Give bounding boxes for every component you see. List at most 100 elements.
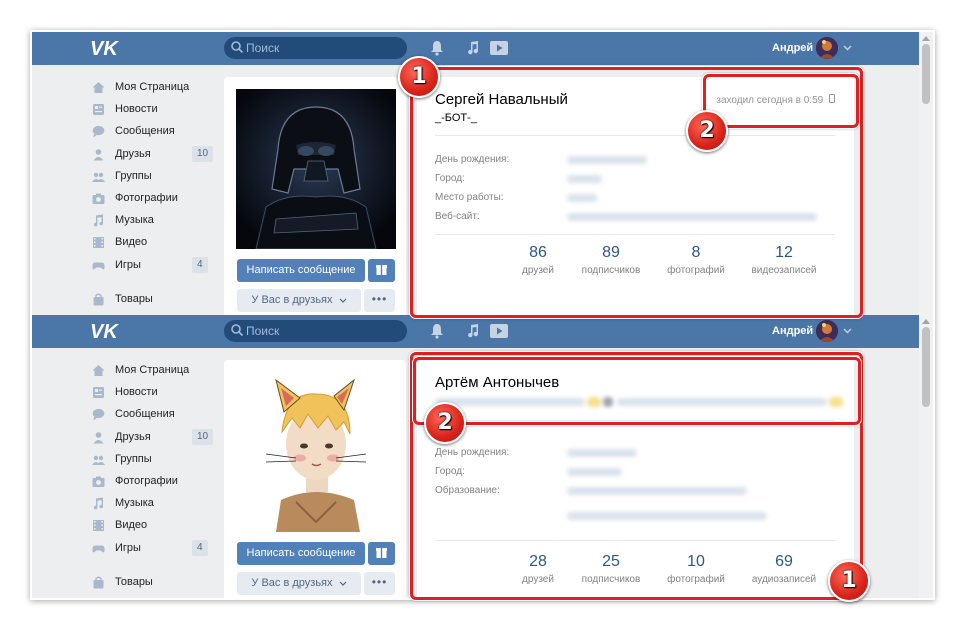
annotation-badge-2: 2 — [424, 402, 466, 444]
sidebar-item-messages[interactable]: Сообщения — [90, 121, 215, 143]
messages-icon — [92, 409, 105, 421]
svg-text:VK: VK — [90, 321, 119, 343]
sidebar-item-games[interactable]: Игры 4 — [90, 255, 215, 277]
shopping-bag-icon — [93, 293, 104, 306]
sidebar-item-label: Новости — [115, 103, 158, 116]
sidebar-item-music[interactable]: Музыка — [90, 493, 215, 515]
sidebar-item-friends[interactable]: Друзья 10 — [90, 427, 215, 449]
profile-left-column: Написать сообщение У Вас в друзьях ••• — [224, 360, 406, 598]
music-note-icon[interactable] — [466, 40, 480, 56]
send-message-button[interactable]: Написать сообщение — [237, 542, 365, 565]
camera-icon — [92, 476, 105, 487]
sidebar-item-label: Сообщения — [115, 125, 175, 138]
sidebar-item-label: Моя Страница — [115, 364, 190, 376]
news-icon — [93, 104, 104, 116]
sidebar-item-friends[interactable]: Друзья 10 — [90, 144, 215, 166]
user-name[interactable]: Андрей — [772, 325, 813, 337]
sidebar-item-my-page[interactable]: Моя Страница — [90, 360, 215, 382]
user-name[interactable]: Андрей — [772, 42, 813, 54]
sidebar-item-music[interactable]: Музыка — [90, 210, 215, 232]
cartoon-cat-boy-image — [236, 372, 396, 532]
top-navbar: VK Поиск Андрей — [32, 32, 919, 65]
vk-logo-icon[interactable]: VK — [90, 36, 120, 60]
svg-text:VK: VK — [90, 38, 119, 60]
music-icon — [93, 214, 104, 227]
friend-status-label: У Вас в друзьях — [251, 294, 333, 306]
sidebar-item-news[interactable]: Новости — [90, 99, 215, 121]
highlight-online-status — [703, 74, 859, 128]
sidebar-item-games[interactable]: Игры 4 — [90, 538, 215, 560]
scroll-up-arrow[interactable] — [922, 319, 930, 324]
scrollbar[interactable] — [919, 32, 933, 315]
search-input[interactable]: Поиск — [224, 37, 407, 59]
bell-icon[interactable] — [430, 323, 444, 339]
scrollbar[interactable] — [919, 315, 933, 598]
sidebar-item-label: Товары — [115, 575, 153, 588]
sidebar-item-photos[interactable]: Фотографии — [90, 471, 215, 493]
gift-button[interactable] — [368, 542, 395, 565]
music-icon — [93, 497, 104, 510]
games-count-badge: 4 — [192, 539, 208, 556]
sidebar-item-label: Фотографии — [115, 474, 178, 487]
gamepad-icon — [92, 545, 105, 552]
sidebar-item-market[interactable]: Товары — [90, 572, 215, 594]
more-actions-button[interactable]: ••• — [364, 572, 395, 595]
friends-count-badge: 10 — [192, 145, 214, 162]
highlight-name-status — [413, 357, 861, 425]
sidebar-menu: Моя Страница Новости Сообщения Друзья 10… — [90, 77, 215, 311]
home-icon — [92, 365, 105, 376]
sidebar-item-label: Игры — [115, 541, 141, 554]
sidebar-item-label: Музыка — [115, 214, 154, 227]
sidebar-item-video[interactable]: Видео — [90, 232, 215, 254]
friend-status-button[interactable]: У Вас в друзьях — [237, 572, 361, 595]
user-avatar[interactable] — [816, 37, 838, 59]
sidebar-item-news[interactable]: Новости — [90, 382, 215, 404]
sidebar-item-label: Игры — [115, 258, 141, 271]
music-note-icon[interactable] — [466, 323, 480, 339]
search-input[interactable]: Поиск — [224, 320, 407, 342]
friend-status-label: У Вас в друзьях — [251, 577, 333, 589]
shopping-bag-icon — [93, 576, 104, 589]
sidebar-item-my-page[interactable]: Моя Страница — [90, 77, 215, 99]
groups-icon — [92, 455, 105, 465]
groups-icon — [92, 172, 105, 182]
bell-icon[interactable] — [430, 40, 444, 56]
profile-photo[interactable] — [236, 372, 396, 532]
camera-icon — [92, 193, 105, 204]
vk-logo-icon[interactable]: VK — [90, 319, 120, 343]
chevron-down-icon[interactable] — [843, 328, 852, 334]
scroll-up-arrow[interactable] — [922, 36, 930, 41]
sidebar-item-market[interactable]: Товары — [90, 289, 215, 311]
sidebar-item-label: Видео — [115, 519, 148, 532]
profile-photo[interactable] — [236, 89, 396, 249]
sidebar-item-label: Сообщения — [115, 408, 175, 421]
annotation-badge-1: 1 — [828, 560, 870, 602]
sidebar-item-label: Видео — [115, 236, 148, 249]
sidebar-item-label: Группы — [115, 452, 152, 465]
friend-status-button[interactable]: У Вас в друзьях — [237, 289, 361, 312]
profile-left-column: Написать сообщение У Вас в друзьях ••• — [224, 77, 406, 315]
film-icon — [93, 520, 104, 532]
sidebar-item-video[interactable]: Видео — [90, 515, 215, 537]
scrollbar-thumb[interactable] — [922, 44, 930, 104]
chevron-down-icon[interactable] — [843, 45, 852, 51]
scrollbar-thumb[interactable] — [922, 327, 930, 407]
send-message-button[interactable]: Написать сообщение — [237, 259, 365, 282]
play-icon[interactable] — [490, 41, 508, 55]
sidebar-item-photos[interactable]: Фотографии — [90, 188, 215, 210]
friends-count-badge: 10 — [192, 428, 214, 445]
sidebar-item-messages[interactable]: Сообщения — [90, 404, 215, 426]
menu-separator — [90, 560, 215, 572]
sidebar-item-groups[interactable]: Группы — [90, 449, 215, 471]
darth-vader-image — [236, 89, 396, 249]
top-navbar: VK Поиск Андрей — [32, 315, 919, 348]
more-actions-button[interactable]: ••• — [364, 289, 395, 312]
gift-icon — [376, 548, 387, 558]
chevron-down-icon — [339, 581, 347, 586]
play-icon[interactable] — [490, 324, 508, 338]
gift-button[interactable] — [368, 259, 395, 282]
sidebar-item-groups[interactable]: Группы — [90, 166, 215, 188]
friends-icon — [93, 431, 104, 444]
user-avatar[interactable] — [816, 320, 838, 342]
gamepad-icon — [92, 262, 105, 269]
